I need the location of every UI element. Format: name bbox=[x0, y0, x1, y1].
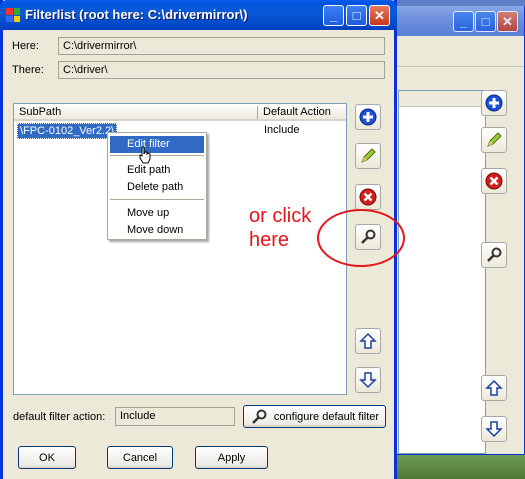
bg-listview[interactable] bbox=[398, 90, 486, 454]
move-down-icon bbox=[485, 421, 503, 438]
configure-default-filter-label: configure default filter bbox=[273, 410, 380, 423]
apply-button[interactable]: Apply bbox=[195, 446, 268, 469]
edit-pencil-icon bbox=[361, 148, 376, 163]
list-row-subpath[interactable]: \FPC-0102_Ver2.2\ bbox=[17, 123, 118, 139]
menu-item-edit-filter[interactable]: Edit filter bbox=[110, 136, 204, 153]
context-menu: Edit filter Edit path Delete path Move u… bbox=[107, 132, 207, 240]
edit-button[interactable] bbox=[355, 143, 381, 169]
delete-icon bbox=[359, 188, 377, 206]
default-filter-label: default filter action: bbox=[13, 411, 106, 423]
bg-maximize-button[interactable]: □ bbox=[475, 11, 496, 32]
wrench-icon bbox=[252, 409, 267, 424]
column-default-action[interactable]: Default Action bbox=[263, 106, 331, 118]
menu-item-move-up[interactable]: Move up bbox=[110, 205, 204, 222]
column-subpath[interactable]: SubPath bbox=[19, 106, 61, 118]
edit-pencil-icon bbox=[487, 132, 502, 147]
bg-move-up-button[interactable] bbox=[481, 375, 507, 401]
move-up-icon bbox=[485, 379, 503, 396]
desktop-background bbox=[380, 455, 525, 479]
move-up-button[interactable] bbox=[355, 328, 381, 354]
bg-wrench-button[interactable] bbox=[481, 242, 507, 268]
list-row-action[interactable]: Include bbox=[264, 124, 299, 136]
add-icon bbox=[485, 94, 503, 112]
app-icon bbox=[6, 8, 20, 22]
hand-cursor-icon bbox=[139, 146, 151, 164]
bg-add-button[interactable] bbox=[481, 90, 507, 116]
menu-item-edit-path[interactable]: Edit path bbox=[110, 162, 204, 179]
menu-item-delete-path[interactable]: Delete path bbox=[110, 179, 204, 196]
maximize-button[interactable]: □ bbox=[346, 5, 367, 26]
column-separator bbox=[257, 106, 258, 119]
bg-delete-button[interactable] bbox=[481, 168, 507, 194]
here-label: Here: bbox=[12, 40, 39, 52]
menu-separator bbox=[110, 155, 204, 156]
list-header: SubPath Default Action bbox=[14, 104, 346, 121]
menu-separator bbox=[110, 199, 204, 200]
there-field[interactable]: C:\driver\ bbox=[58, 61, 385, 79]
delete-icon bbox=[485, 172, 503, 190]
annotation-circle bbox=[317, 209, 405, 267]
ok-button[interactable]: OK bbox=[18, 446, 76, 469]
move-up-icon bbox=[359, 332, 377, 349]
delete-button[interactable] bbox=[355, 184, 381, 210]
add-button[interactable] bbox=[355, 104, 381, 130]
bg-list-header bbox=[399, 91, 485, 107]
bg-minimize-button[interactable]: _ bbox=[453, 11, 474, 32]
there-label: There: bbox=[12, 64, 44, 76]
annotation-text: or click here bbox=[249, 204, 311, 252]
menu-item-move-down[interactable]: Move down bbox=[110, 222, 204, 239]
minimize-button[interactable]: _ bbox=[323, 5, 344, 26]
bg-move-down-button[interactable] bbox=[481, 416, 507, 442]
add-icon bbox=[359, 108, 377, 126]
here-field[interactable]: C:\drivermirror\ bbox=[58, 37, 385, 55]
bg-edit-button[interactable] bbox=[481, 127, 507, 153]
wrench-icon bbox=[487, 247, 502, 262]
default-filter-field[interactable]: Include bbox=[115, 407, 235, 426]
window-title: Filterlist (root here: C:\drivermirror\) bbox=[25, 7, 248, 22]
bg-close-button[interactable]: ✕ bbox=[497, 11, 518, 32]
annotation-line-2: here bbox=[249, 229, 290, 251]
move-down-button[interactable] bbox=[355, 367, 381, 393]
configure-default-filter-button[interactable]: configure default filter bbox=[243, 405, 386, 428]
annotation-line-1: or click bbox=[249, 205, 312, 227]
move-down-icon bbox=[359, 372, 377, 389]
window-titlebar[interactable]: Filterlist (root here: C:\drivermirror\)… bbox=[0, 0, 397, 30]
close-button[interactable]: ✕ bbox=[369, 5, 390, 26]
cancel-button[interactable]: Cancel bbox=[107, 446, 173, 469]
